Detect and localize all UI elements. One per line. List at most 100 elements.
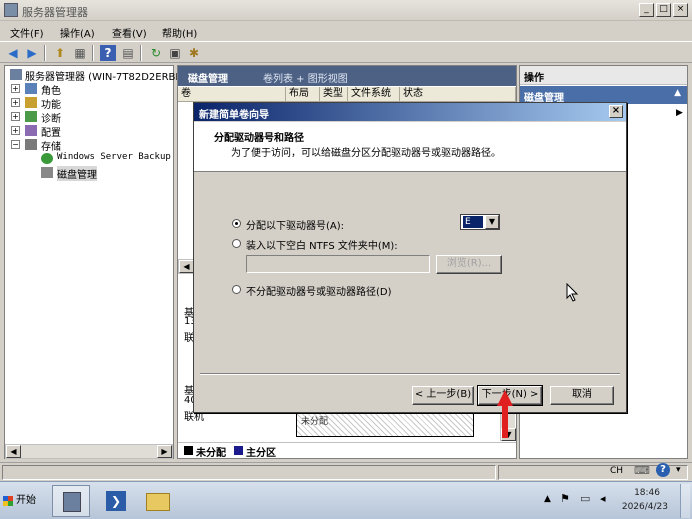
mouse-cursor-icon xyxy=(566,283,579,302)
diagnostics-icon xyxy=(25,111,37,122)
tree-item-features[interactable]: 功能 xyxy=(41,96,61,111)
server-icon xyxy=(10,69,22,80)
scroll-left-icon[interactable]: ◀ xyxy=(6,445,21,458)
legend-unallocated: 未分配 xyxy=(196,448,226,459)
drive-letter-value: E xyxy=(463,216,483,228)
expand-icon[interactable]: + xyxy=(11,98,20,107)
menu-action[interactable]: 操作(A) xyxy=(60,25,95,40)
tree-item-configuration[interactable]: 配置 xyxy=(41,124,61,139)
wizard-step-description: 为了便于访问，可以给磁盘分区分配驱动器号或驱动器路径。 xyxy=(231,148,501,159)
windows-logo-icon xyxy=(3,496,13,506)
assign-drive-letter-radio[interactable] xyxy=(232,219,241,228)
cancel-button[interactable]: 取消 xyxy=(550,386,614,405)
export-list-icon[interactable]: ▣ xyxy=(167,45,183,61)
tree-item-roles[interactable]: 角色 xyxy=(41,82,61,97)
list-scrollbar[interactable]: ◀ xyxy=(178,259,194,274)
properties-icon[interactable]: ▤ xyxy=(120,45,136,61)
server-manager-icon xyxy=(4,3,18,17)
pane-header: 磁盘管理 卷列表 + 图形视图 xyxy=(178,66,516,86)
collapse-icon[interactable]: − xyxy=(11,140,20,149)
forward-icon[interactable]: ▶ xyxy=(24,45,40,61)
menu-file[interactable]: 文件(F) xyxy=(10,25,44,40)
column-volume[interactable]: 卷 xyxy=(178,87,286,102)
scroll-right-icon[interactable]: ▶ xyxy=(157,445,172,458)
window-title: 服务器管理器 xyxy=(22,6,88,19)
input-method-icon[interactable]: ⌨ xyxy=(634,464,650,477)
more-actions-arrow-icon[interactable]: ▶ xyxy=(676,108,683,118)
roles-icon xyxy=(25,83,37,94)
clock-time[interactable]: 18:46 xyxy=(620,488,660,498)
column-layout[interactable]: 布局 xyxy=(286,87,320,102)
browse-button[interactable]: 浏览(R)... xyxy=(436,255,502,274)
tree-horizontal-scrollbar[interactable]: ◀ ▶ xyxy=(5,444,173,459)
explorer-taskbar-button[interactable] xyxy=(140,485,178,517)
tree-item-windows-server-backup[interactable]: Windows Server Backup xyxy=(57,152,171,162)
unallocated-partition[interactable]: 未分配 xyxy=(296,411,474,437)
help-circle-icon[interactable]: ? xyxy=(656,463,670,477)
close-button[interactable]: × xyxy=(673,3,688,17)
expand-icon[interactable]: + xyxy=(11,84,20,93)
clock-date[interactable]: 2026/4/23 xyxy=(612,502,668,512)
language-bar: CH ⌨ ? ▾ xyxy=(604,462,692,481)
tree-item-disk-management[interactable]: 磁盘管理 xyxy=(57,166,97,181)
start-label: 开始 xyxy=(16,495,36,506)
legend-primary-partition: 主分区 xyxy=(246,448,276,459)
menu-help[interactable]: 帮助(H) xyxy=(162,25,197,40)
expand-icon[interactable]: + xyxy=(11,126,20,135)
tree-item-diagnostics[interactable]: 诊断 xyxy=(41,110,61,125)
status-bar xyxy=(0,462,692,481)
configuration-icon xyxy=(25,125,37,136)
pane-title: 磁盘管理 xyxy=(188,74,228,85)
expand-icon[interactable]: + xyxy=(11,112,20,121)
settings-icon[interactable]: ✱ xyxy=(186,45,202,61)
volume-icon[interactable]: ◂ xyxy=(600,492,606,505)
actions-title: 操作 xyxy=(520,66,687,85)
refresh-icon[interactable]: ↻ xyxy=(148,45,164,61)
show-hidden-icons-icon[interactable]: ▲ xyxy=(544,494,551,504)
column-status[interactable]: 状态 xyxy=(400,87,516,102)
maximize-button[interactable]: □ xyxy=(656,3,671,17)
server-manager-taskbar-button[interactable] xyxy=(52,485,90,517)
powershell-icon: ❯ xyxy=(106,491,126,511)
server-manager-app-icon xyxy=(63,492,81,512)
title-bar[interactable]: 服务器管理器 _ □ × xyxy=(0,0,692,21)
column-type[interactable]: 类型 xyxy=(320,87,348,102)
dialog-title-bar[interactable]: 新建简单卷向导 × xyxy=(194,103,626,121)
start-button[interactable]: 开始 xyxy=(2,490,42,512)
drive-letter-select[interactable]: E ▼ xyxy=(460,214,500,230)
menu-view[interactable]: 查看(V) xyxy=(112,25,147,40)
up-folder-icon[interactable]: ⬆ xyxy=(52,45,68,61)
navigation-tree: 服务器管理器 (WIN-7T82D2ERBB + 角色 + 功能 + 诊断 + … xyxy=(4,65,182,459)
assign-drive-letter-label[interactable]: 分配以下驱动器号(A): xyxy=(246,217,344,232)
action-center-flag-icon[interactable]: ⚑ xyxy=(560,492,570,505)
mount-folder-path-input[interactable] xyxy=(246,255,430,273)
new-simple-volume-wizard: 新建简单卷向导 × 分配驱动器号和路径 为了便于访问，可以给磁盘分区分配驱动器号… xyxy=(193,102,627,413)
network-icon[interactable]: ▭ xyxy=(580,492,590,505)
collapse-arrow-icon[interactable]: ▲ xyxy=(674,88,681,98)
help-icon[interactable]: ? xyxy=(100,45,116,61)
view-mode[interactable]: 卷列表 + 图形视图 xyxy=(263,70,348,85)
mount-folder-label[interactable]: 装入以下空白 NTFS 文件夹中(M): xyxy=(246,237,398,252)
dialog-close-button[interactable]: × xyxy=(609,105,623,118)
tree-root[interactable]: 服务器管理器 (WIN-7T82D2ERBB xyxy=(25,68,182,83)
unallocated-swatch xyxy=(184,446,193,455)
input-language[interactable]: CH xyxy=(610,466,623,476)
powershell-taskbar-button[interactable]: ❯ xyxy=(98,485,136,517)
scroll-left-icon[interactable]: ◀ xyxy=(179,260,194,273)
back-button[interactable]: < 上一步(B) xyxy=(412,386,474,405)
show-desktop-button[interactable] xyxy=(680,484,690,518)
mount-folder-radio[interactable] xyxy=(232,239,241,248)
back-icon[interactable]: ◀ xyxy=(5,45,21,61)
show-hide-tree-icon[interactable]: ▦ xyxy=(72,45,88,61)
chevron-down-icon[interactable]: ▼ xyxy=(485,215,499,229)
options-arrow-icon[interactable]: ▾ xyxy=(676,465,681,475)
no-drive-letter-label[interactable]: 不分配驱动器号或驱动器路径(D) xyxy=(246,283,392,298)
backup-icon xyxy=(41,153,53,164)
no-drive-letter-radio[interactable] xyxy=(232,285,241,294)
tree-item-storage[interactable]: 存储 xyxy=(41,138,61,153)
dialog-divider xyxy=(200,373,620,375)
minimize-button[interactable]: _ xyxy=(639,3,654,17)
annotation-arrow-icon xyxy=(497,390,513,438)
column-filesystem[interactable]: 文件系统 xyxy=(348,87,400,102)
wizard-step-heading: 分配驱动器号和路径 xyxy=(214,133,304,144)
